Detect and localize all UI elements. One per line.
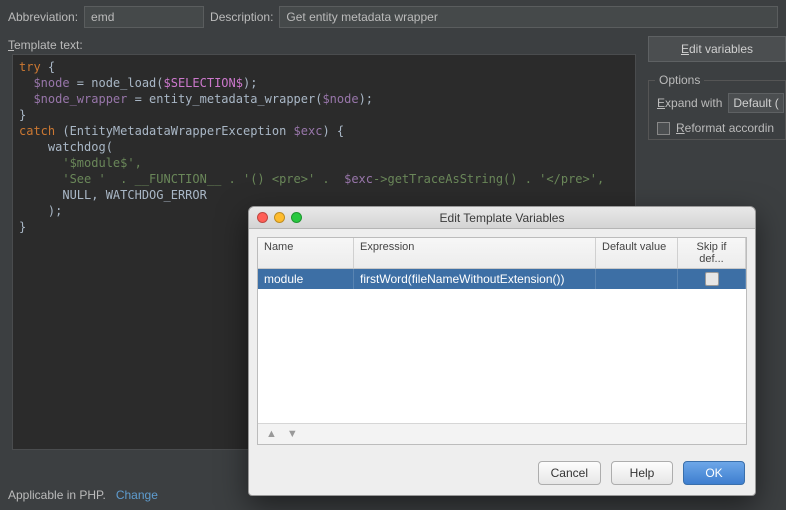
reformat-checkbox[interactable] [657, 122, 670, 135]
abbreviation-label: Abbreviation: [8, 10, 78, 24]
change-link[interactable]: Change [116, 488, 158, 502]
variables-table[interactable]: Name Expression Default value Skip if de… [257, 237, 747, 445]
column-expression[interactable]: Expression [354, 238, 596, 268]
move-down-icon[interactable]: ▼ [287, 428, 298, 440]
column-skip[interactable]: Skip if def... [678, 238, 746, 268]
skip-checkbox[interactable] [705, 272, 719, 286]
edit-template-variables-dialog: Edit Template Variables Name Expression … [248, 206, 756, 496]
description-input[interactable] [279, 6, 778, 28]
move-up-icon[interactable]: ▲ [266, 428, 277, 440]
applicable-label: Applicable in PHP. [8, 488, 106, 502]
expand-with-combo[interactable]: Default ( [728, 93, 783, 113]
cell-skip[interactable] [678, 269, 746, 289]
options-title: Options [655, 73, 704, 87]
table-row[interactable]: module firstWord(fileNameWithoutExtensio… [258, 269, 746, 289]
cancel-button[interactable]: Cancel [538, 461, 601, 485]
column-default[interactable]: Default value [596, 238, 678, 268]
cell-expression[interactable]: firstWord(fileNameWithoutExtension()) [354, 269, 596, 289]
cell-default[interactable] [596, 269, 678, 289]
ok-button[interactable]: OK [683, 461, 745, 485]
description-label: Description: [210, 10, 273, 24]
reformat-label: Reformat accordin [676, 121, 774, 135]
help-button[interactable]: Help [611, 461, 673, 485]
edit-variables-button[interactable]: Edit variables [648, 36, 786, 62]
expand-with-label: Expand with [657, 96, 722, 110]
dialog-title: Edit Template Variables [249, 211, 755, 225]
options-group: Options Expand with Default ( Reformat a… [648, 80, 786, 140]
dialog-titlebar[interactable]: Edit Template Variables [249, 207, 755, 229]
column-name[interactable]: Name [258, 238, 354, 268]
abbreviation-input[interactable] [84, 6, 204, 28]
cell-name[interactable]: module [258, 269, 354, 289]
